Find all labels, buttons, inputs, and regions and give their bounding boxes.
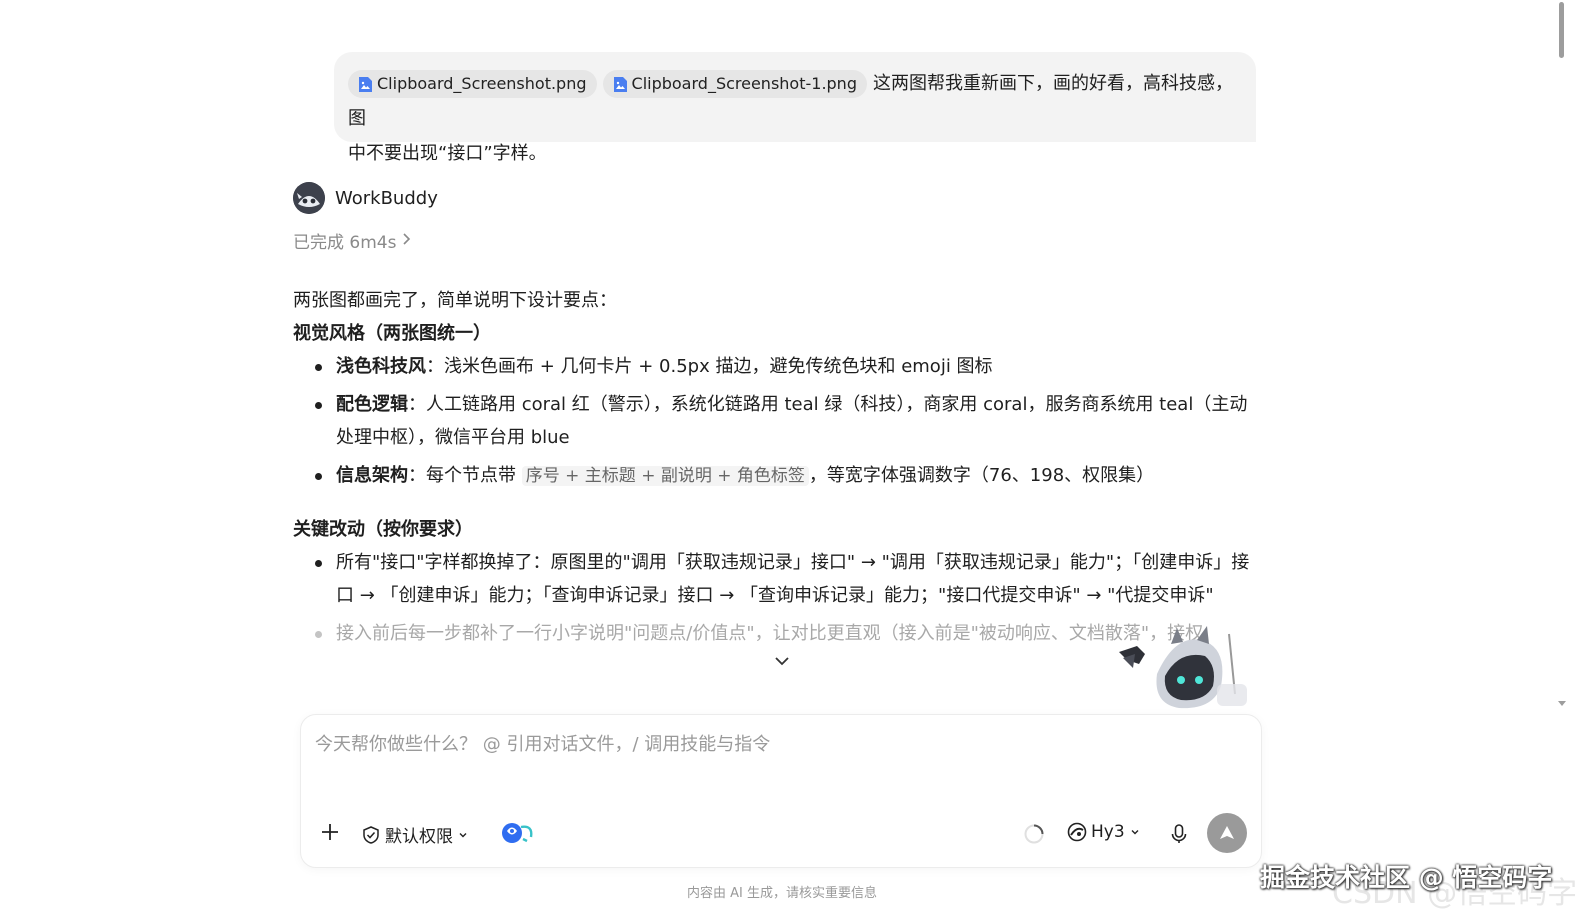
- ai-skill-icon: [502, 823, 533, 843]
- image-file-icon: [358, 76, 373, 93]
- list-item: 浅色科技风：浅米色画布 + 几何卡片 + 0.5px 描边，避免传统色块和 em…: [293, 350, 1258, 383]
- scroll-down-arrow-icon[interactable]: [1557, 698, 1567, 708]
- scrollbar-thumb[interactable]: [1559, 2, 1564, 58]
- changes-list: 所有"接口"字样都换掉了：原图里的"调用「获取违规记录」接口" → "调用「获取…: [293, 546, 1258, 650]
- user-message-text-2: 中不要出现“接口”字样。: [348, 143, 547, 164]
- item-text: 接入前后每一步都补了一行小字说明"问题点/价值点"，让对比更直观（接入前是"被动…: [336, 623, 1204, 644]
- answer-intro: 两张图都画完了，简单说明下设计要点：: [293, 290, 617, 311]
- mascot-image: [1117, 624, 1257, 712]
- chevron-right-icon: [402, 231, 412, 251]
- item-text: 所有"接口"字样都换掉了：原图里的"调用「获取违规记录」接口" → "调用「获取…: [336, 552, 1250, 606]
- watermark: 掘金技术社区 @ 悟空码字: [1260, 863, 1553, 892]
- image-file-icon: [613, 76, 628, 93]
- list-item: 配色逻辑：人工链路用 coral 红（警示），系统化链路用 teal 绿（科技）…: [293, 388, 1258, 454]
- item-text: ：浅米色画布 + 几何卡片 + 0.5px 描边，避免传统色块和 emoji 图…: [426, 356, 993, 377]
- item-label: 信息架构: [336, 465, 408, 486]
- assistant-name: WorkBuddy: [335, 187, 438, 209]
- chevron-down-icon: [1131, 830, 1139, 835]
- assistant-header: WorkBuddy: [293, 182, 438, 214]
- item-text: ：人工链路用 coral 红（警示），系统化链路用 teal 绿（科技），商家用…: [336, 394, 1248, 448]
- attachment-name: Clipboard_Screenshot.png: [377, 74, 587, 93]
- section-title: 视觉风格（两张图统一）: [293, 323, 491, 344]
- add-button[interactable]: [319, 821, 341, 843]
- chevron-down-icon: [775, 657, 789, 666]
- inline-code: 序号 + 主标题 + 副说明 + 角色标签: [521, 466, 809, 486]
- scroll-to-bottom-button[interactable]: [771, 652, 793, 672]
- vertical-scrollbar[interactable]: [1557, 0, 1567, 710]
- item-label: 配色逻辑: [336, 394, 408, 415]
- ai-tools-button[interactable]: [501, 821, 539, 845]
- shield-check-icon: [363, 825, 379, 844]
- message-composer: 默认权限 Hy3: [300, 714, 1262, 868]
- content-fade: [0, 672, 1560, 717]
- avatar: [293, 182, 325, 214]
- design-points-list: 浅色科技风：浅米色画布 + 几何卡片 + 0.5px 描边，避免传统色块和 em…: [293, 350, 1258, 493]
- attachment-chip-1[interactable]: Clipboard_Screenshot.png: [348, 70, 597, 98]
- status-text: 已完成 6m4s: [293, 233, 397, 253]
- user-message-bubble: Clipboard_Screenshot.png Clipboard_Scree…: [334, 52, 1256, 164]
- list-item: 信息架构：每个节点带 序号 + 主标题 + 副说明 + 角色标签 ，等宽字体强调数…: [293, 459, 1258, 493]
- assistant-answer: 两张图都画完了，简单说明下设计要点： 视觉风格（两张图统一） 浅色科技风：浅米色…: [293, 284, 1258, 650]
- list-item: 接入前后每一步都补了一行小字说明"问题点/价值点"，让对比更直观（接入前是"被动…: [293, 617, 1258, 650]
- section-title: 关键改动（按你要求）: [293, 519, 473, 540]
- loading-indicator: [1023, 823, 1045, 845]
- send-arrow-icon: [1220, 826, 1234, 839]
- permission-label: 默认权限: [385, 827, 453, 847]
- model-selector[interactable]: Hy3: [1067, 822, 1141, 842]
- chevron-down-icon: [459, 832, 467, 837]
- microphone-icon: [1171, 824, 1187, 843]
- model-label: Hy3: [1091, 822, 1125, 842]
- loading-spinner-icon: [1024, 824, 1044, 844]
- list-item: 所有"接口"字样都换掉了：原图里的"调用「获取违规记录」接口" → "调用「获取…: [293, 546, 1258, 612]
- completion-status[interactable]: 已完成 6m4s: [293, 228, 412, 253]
- send-button[interactable]: [1207, 813, 1247, 853]
- item-text: ：每个节点带: [408, 465, 522, 486]
- item-text: ，等宽字体强调数字（76、198、权限集）: [808, 465, 1155, 486]
- model-logo-icon: [1067, 822, 1087, 842]
- item-label: 浅色科技风: [336, 356, 426, 377]
- permission-dropdown[interactable]: 默认权限: [361, 822, 469, 847]
- attachment-chip-2[interactable]: Clipboard_Screenshot-1.png: [602, 70, 867, 98]
- attachment-name: Clipboard_Screenshot-1.png: [631, 74, 857, 93]
- plus-icon: [322, 824, 338, 840]
- voice-input-button[interactable]: [1169, 823, 1189, 845]
- chat-input[interactable]: [315, 729, 1245, 759]
